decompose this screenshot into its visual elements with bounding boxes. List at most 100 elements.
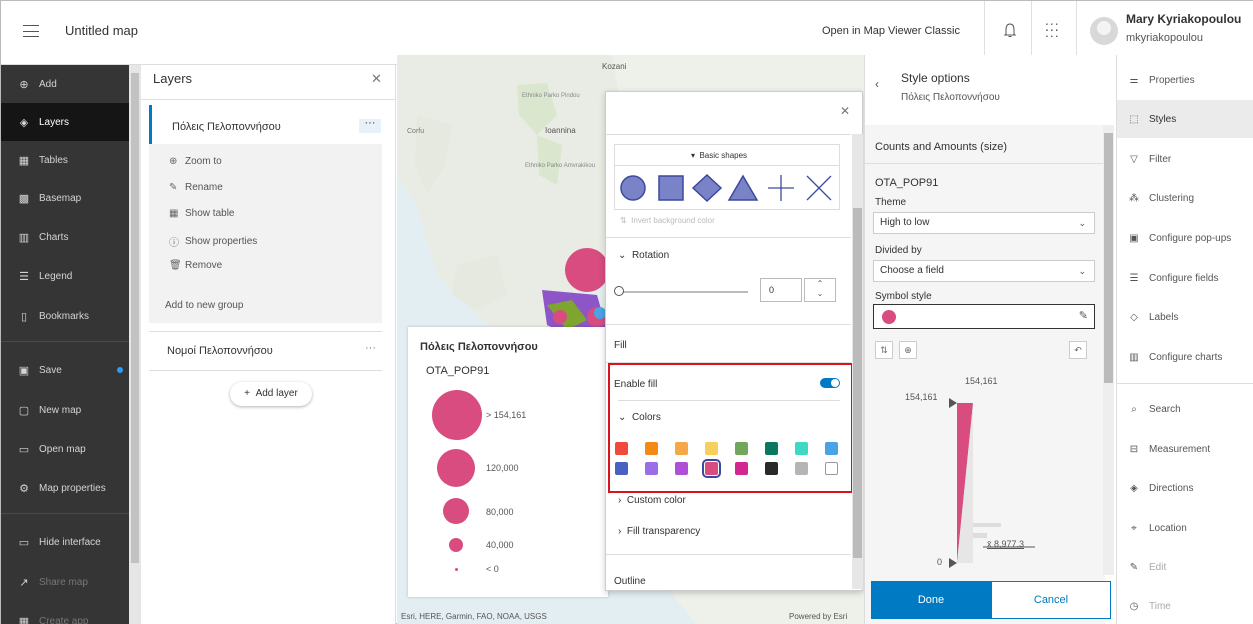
zoom-icon[interactable]: ⊕: [899, 341, 917, 359]
menu-show-properties[interactable]: ⓘ Show properties: [169, 234, 257, 249]
nav-legend[interactable]: ☰ Legend: [1, 257, 129, 295]
powered-by[interactable]: Powered by Esri: [789, 612, 847, 621]
rotation-slider[interactable]: [618, 291, 748, 293]
close-icon[interactable]: ✕: [840, 104, 850, 118]
color-swatch-green[interactable]: [735, 442, 748, 455]
rail-configure-charts[interactable]: ▥ Configure charts: [1117, 338, 1253, 376]
rail-labels[interactable]: ◇ Labels: [1117, 298, 1253, 336]
rail-configure-fields[interactable]: ☰ Configure fields: [1117, 259, 1253, 297]
back-icon[interactable]: ‹: [875, 77, 879, 91]
color-swatch-violet[interactable]: [645, 462, 658, 475]
rail-search[interactable]: ⌕ Search: [1117, 390, 1253, 428]
color-swatch-light-orange[interactable]: [675, 442, 688, 455]
color-swatch-pink-selected[interactable]: [702, 459, 721, 478]
close-icon[interactable]: ✕: [371, 71, 382, 87]
rail-configure-popups[interactable]: ▣ Configure pop-ups: [1117, 219, 1253, 257]
nav-add[interactable]: ⊕ Add: [1, 65, 129, 103]
app-launcher-icon[interactable]: ::::::: [1045, 19, 1060, 39]
invert-background-toggle[interactable]: ⇅ Invert background color: [620, 216, 715, 225]
slider-handle[interactable]: [614, 286, 624, 296]
rotation-section-toggle[interactable]: ⌄ Rotation: [618, 250, 669, 261]
color-swatch-gray[interactable]: [795, 462, 808, 475]
max-handle[interactable]: [949, 398, 957, 408]
color-swatch-indigo[interactable]: [615, 462, 628, 475]
shape-options[interactable]: [619, 171, 839, 205]
nav-open-map[interactable]: ▭ Open map: [1, 430, 129, 468]
nav-charts[interactable]: ▥ Charts: [1, 218, 129, 256]
histogram[interactable]: [905, 373, 1065, 573]
fill-transparency-toggle[interactable]: › Fill transparency: [618, 526, 700, 537]
nav-save[interactable]: ▣ Save: [1, 351, 129, 389]
scroll-thumb[interactable]: [853, 208, 862, 558]
scroll-thumb[interactable]: [131, 73, 139, 563]
color-swatch-red[interactable]: [615, 442, 628, 455]
rail-properties[interactable]: ⚌ Properties: [1117, 61, 1253, 99]
menu-rename[interactable]: ✎ Rename: [169, 182, 223, 193]
rail-filter[interactable]: ▽ Filter: [1117, 140, 1253, 178]
user-name[interactable]: Mary Kyriakopoulou: [1126, 12, 1241, 26]
divided-by-select[interactable]: Choose a field ⌄: [873, 260, 1095, 282]
nav-new-map[interactable]: ▢ New map: [1, 391, 129, 429]
cancel-button[interactable]: Cancel: [991, 581, 1111, 619]
nav-hide-interface[interactable]: ▭ Hide interface: [1, 523, 129, 561]
color-swatch-orange[interactable]: [645, 442, 658, 455]
nav-bookmarks[interactable]: ▯ Bookmarks: [1, 297, 129, 335]
scroll-thumb[interactable]: [1104, 133, 1113, 383]
symbol-style-button[interactable]: ✎: [873, 304, 1095, 329]
rail-edit[interactable]: ✎ Edit: [1117, 548, 1253, 586]
custom-color-toggle[interactable]: › Custom color: [618, 495, 686, 506]
square-shape-icon[interactable]: [658, 175, 684, 201]
add-layer-button[interactable]: + Add layer: [230, 382, 312, 406]
color-swatch-cyan[interactable]: [795, 442, 808, 455]
nav-basemap[interactable]: ▩ Basemap: [1, 179, 129, 217]
nav-map-properties[interactable]: ⚙ Map properties: [1, 469, 129, 507]
color-swatch-purple[interactable]: [675, 462, 688, 475]
popup-scrollbar[interactable]: [852, 134, 863, 589]
enable-fill-toggle[interactable]: [820, 378, 840, 388]
rail-directions[interactable]: ◈ Directions: [1117, 469, 1253, 507]
nav-tables[interactable]: ▦ Tables: [1, 141, 129, 179]
avatar[interactable]: [1090, 17, 1118, 45]
menu-icon[interactable]: [23, 25, 39, 37]
layer-options-button[interactable]: ···: [359, 118, 381, 133]
triangle-shape-icon[interactable]: [727, 174, 759, 201]
rail-clustering[interactable]: ⁂ Clustering: [1117, 179, 1253, 217]
panel-scrollbar[interactable]: [1103, 125, 1114, 575]
rail-styles[interactable]: ⬚ Styles: [1117, 100, 1253, 138]
min-handle[interactable]: [949, 558, 957, 568]
open-classic-link[interactable]: Open in Map Viewer Classic: [822, 25, 960, 37]
color-swatch-yellow[interactable]: [705, 442, 718, 455]
add-to-group-button[interactable]: Add to new group: [149, 291, 382, 323]
color-swatch-blue[interactable]: [825, 442, 838, 455]
done-button[interactable]: Done: [871, 581, 991, 619]
bell-icon[interactable]: [1004, 23, 1016, 39]
shapes-dropdown[interactable]: ▾ Basic shapes: [691, 151, 747, 160]
rotation-input[interactable]: 0: [760, 278, 802, 302]
color-swatch-black[interactable]: [765, 462, 778, 475]
diamond-shape-icon[interactable]: [691, 173, 723, 203]
color-swatch-teal[interactable]: [765, 442, 778, 455]
menu-remove[interactable]: 🗑 Remove: [169, 260, 222, 271]
colors-section-toggle[interactable]: ⌄ Colors: [618, 412, 661, 423]
menu-show-table[interactable]: ▦ Show table: [169, 208, 234, 219]
rail-time[interactable]: ◷ Time: [1117, 587, 1253, 624]
invert-icon[interactable]: ⇅: [875, 341, 893, 359]
layer-item[interactable]: Νομοί Πελοποννήσου ···: [149, 331, 382, 371]
color-swatch-white[interactable]: [825, 462, 838, 475]
layer-options-button[interactable]: ···: [365, 342, 376, 354]
circle-shape-icon[interactable]: [620, 175, 646, 201]
plus-shape-icon[interactable]: [768, 175, 794, 201]
color-swatch-magenta[interactable]: [735, 462, 748, 475]
rotation-stepper[interactable]: ⌃ ⌄: [804, 278, 836, 302]
reset-icon[interactable]: ↶: [1069, 341, 1087, 359]
x-shape-icon[interactable]: [806, 175, 832, 201]
rail-location[interactable]: ⌖ Location: [1117, 509, 1253, 547]
nav-create-app[interactable]: ▦ Create app: [1, 602, 129, 624]
nav-share-map[interactable]: ↗ Share map: [1, 563, 129, 601]
nav-scrollbar[interactable]: [129, 65, 141, 624]
map-title[interactable]: Untitled map: [65, 23, 138, 38]
menu-zoom-to[interactable]: ⊕ Zoom to: [169, 156, 222, 167]
nav-layers[interactable]: ◈ Layers: [1, 103, 129, 141]
theme-select[interactable]: High to low ⌄: [873, 212, 1095, 234]
rail-measurement[interactable]: ⊟ Measurement: [1117, 430, 1253, 468]
